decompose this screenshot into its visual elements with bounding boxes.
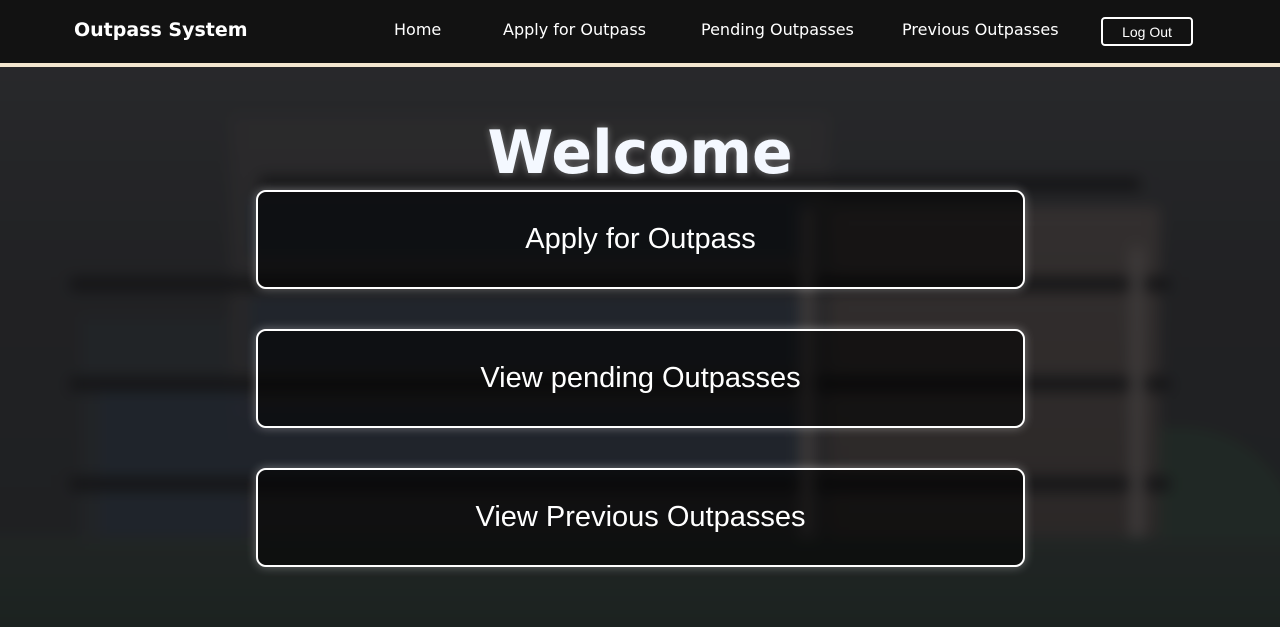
nav-link-apply-outpass[interactable]: Apply for Outpass <box>503 20 646 39</box>
nav-link-previous-outpasses[interactable]: Previous Outpasses <box>902 20 1059 39</box>
top-navbar: Outpass System Home Apply for Outpass Pe… <box>0 0 1280 63</box>
welcome-heading: Welcome <box>487 118 793 188</box>
nav-link-home[interactable]: Home <box>394 20 441 39</box>
logout-button[interactable]: Log Out <box>1101 17 1193 46</box>
apply-outpass-button[interactable]: Apply for Outpass <box>256 190 1025 289</box>
view-previous-outpasses-button[interactable]: View Previous Outpasses <box>256 468 1025 567</box>
nav-link-pending-outpasses[interactable]: Pending Outpasses <box>701 20 854 39</box>
view-pending-outpasses-button[interactable]: View pending Outpasses <box>256 329 1025 428</box>
navbar-accent-line <box>0 63 1280 67</box>
brand-title: Outpass System <box>74 19 248 41</box>
